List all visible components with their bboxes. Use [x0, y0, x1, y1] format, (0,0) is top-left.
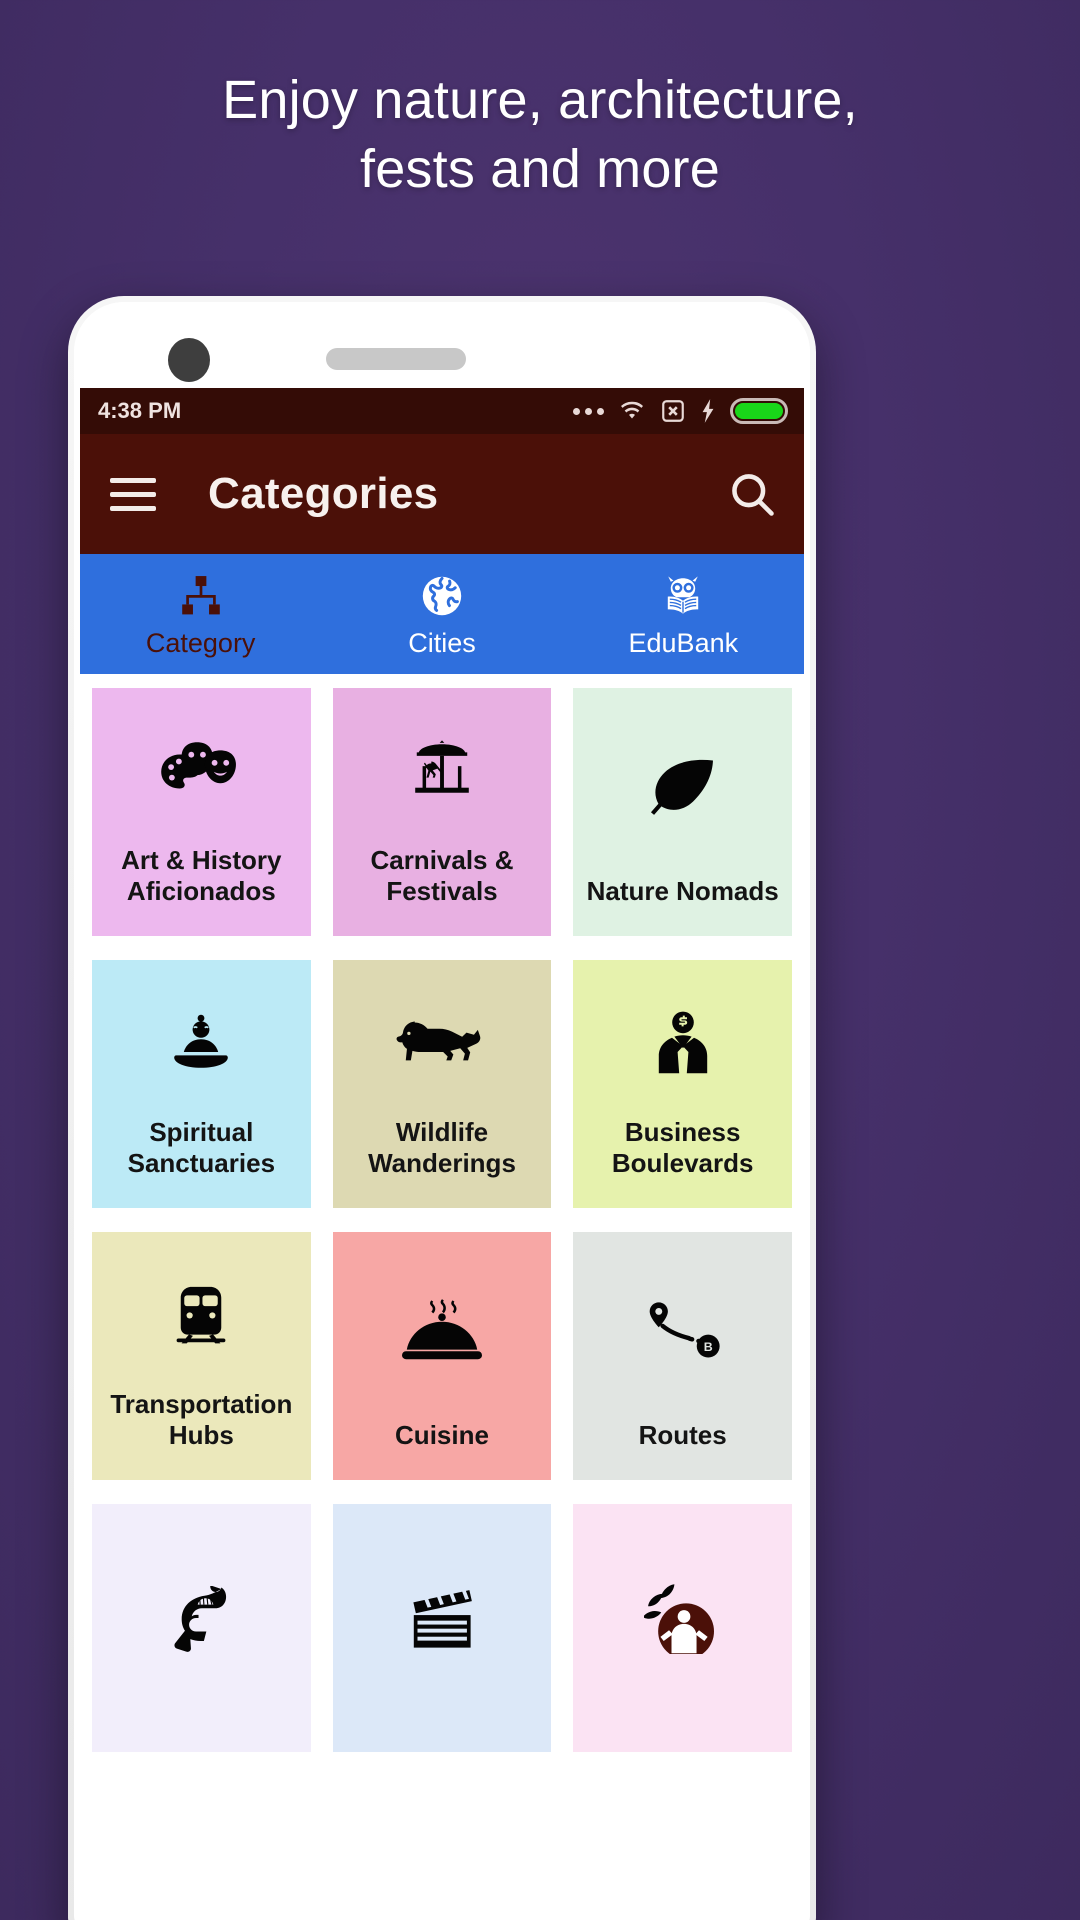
phone-mockup: 4:38 PM Categories Category Cities EduBa…	[68, 296, 816, 1920]
category-label: Business Boulevards	[611, 1116, 754, 1179]
palette-masks-icon	[100, 698, 303, 845]
category-tile-routes[interactable]: B Routes	[573, 1232, 792, 1480]
svg-text:B: B	[703, 1340, 712, 1354]
businessman-icon	[581, 970, 784, 1117]
app-bar: Categories	[80, 434, 804, 554]
tab-label-cities: Cities	[408, 627, 476, 658]
category-tile-cinema[interactable]	[332, 1504, 552, 1752]
owl-book-icon	[657, 570, 709, 622]
sports-person-icon	[581, 1514, 784, 1724]
tab-label-edubank: EduBank	[628, 627, 739, 658]
status-icon-group	[573, 398, 788, 424]
category-tile-spartan[interactable]	[92, 1504, 311, 1752]
hamburger-menu-icon[interactable]	[110, 477, 156, 511]
tab-edubank[interactable]: EduBank	[563, 554, 804, 674]
tab-category[interactable]: Category	[80, 554, 321, 674]
hierarchy-icon	[176, 570, 226, 622]
status-bar: 4:38 PM	[80, 388, 804, 434]
category-tile-sports[interactable]	[573, 1504, 792, 1752]
more-dots-icon	[573, 407, 604, 415]
category-tile-cuisine[interactable]: Cuisine	[332, 1232, 552, 1480]
category-tile-wildlife-wanderings[interactable]: Wildlife Wanderings	[332, 960, 552, 1208]
clapperboard-icon	[341, 1514, 544, 1724]
page-title: Categories	[208, 469, 439, 518]
headline-line-2: fests and more	[360, 139, 720, 200]
phone-top-bezel	[74, 302, 810, 388]
lion-icon	[341, 970, 544, 1117]
category-tile-transportation-hubs[interactable]: Transportation Hubs	[92, 1232, 311, 1480]
promo-headline: Enjoy nature, architecture, fests and mo…	[0, 66, 1080, 204]
tab-label-category: Category	[145, 627, 256, 658]
wifi-icon	[617, 399, 647, 423]
food-cloche-icon	[341, 1242, 544, 1420]
category-tile-spiritual-sanctuaries[interactable]: Spiritual Sanctuaries	[92, 960, 311, 1208]
category-label: Spiritual Sanctuaries	[127, 1116, 276, 1179]
globe-icon	[418, 570, 466, 622]
front-camera	[168, 338, 210, 382]
category-tile-business-boulevards[interactable]: Business Boulevards	[573, 960, 792, 1208]
tab-bar: Category Cities EduBank	[80, 554, 804, 674]
category-label: Routes	[638, 1420, 727, 1451]
category-label: Transportation Hubs	[110, 1388, 293, 1451]
category-tile-carnivals-festivals[interactable]: Carnivals & Festivals	[332, 688, 552, 936]
category-label: Cuisine	[395, 1420, 489, 1451]
headline-line-1: Enjoy nature, architecture,	[222, 70, 858, 130]
category-tile-art-history[interactable]: Art & History Aficionados	[92, 688, 311, 936]
search-icon[interactable]	[726, 468, 778, 520]
category-label: Art & History Aficionados	[121, 844, 282, 907]
route-map-icon: B	[581, 1242, 784, 1420]
spartan-helmet-icon	[100, 1514, 303, 1724]
phone-screen: 4:38 PM Categories Category Cities EduBa…	[80, 388, 804, 1920]
buddha-icon	[100, 970, 303, 1117]
tab-cities[interactable]: Cities	[321, 554, 562, 674]
battery-full-icon	[730, 398, 788, 424]
category-label: Carnivals & Festivals	[370, 844, 514, 907]
phone-body: 4:38 PM Categories Category Cities EduBa…	[74, 302, 810, 1920]
carousel-icon	[341, 698, 544, 845]
charging-bolt-icon	[699, 398, 717, 424]
train-icon	[100, 1242, 303, 1389]
status-time: 4:38 PM	[98, 398, 182, 423]
leaf-icon	[581, 698, 784, 876]
category-tile-nature-nomads[interactable]: Nature Nomads	[573, 688, 792, 936]
earpiece-speaker	[326, 348, 466, 370]
category-grid: Art & History Aficionados Carnivals & Fe…	[80, 674, 804, 1920]
sim-disabled-icon	[660, 398, 686, 424]
category-label: Wildlife Wanderings	[368, 1116, 516, 1179]
category-label: Nature Nomads	[586, 876, 779, 907]
